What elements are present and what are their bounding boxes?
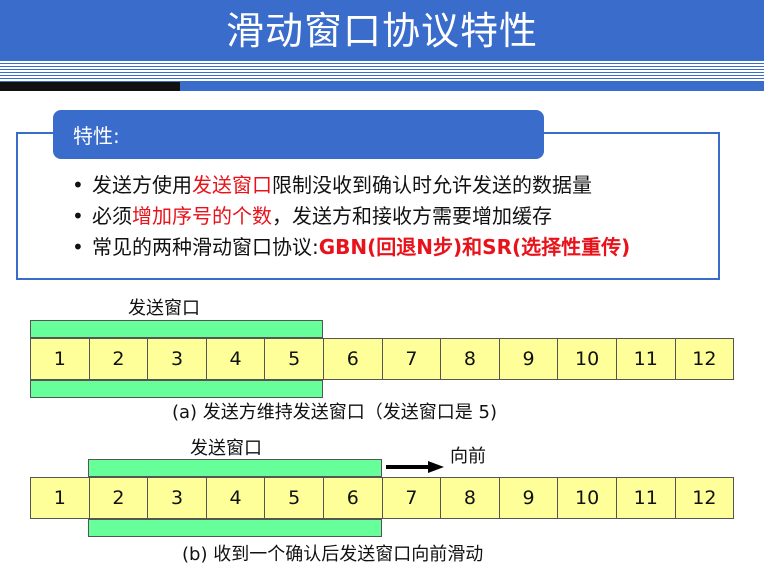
sequence-cell: 7	[382, 339, 442, 379]
header-underline-dark	[0, 82, 180, 91]
features-tab-label: 特性:	[73, 124, 120, 148]
sequence-cell: 9	[499, 339, 559, 379]
right-margin	[764, 0, 778, 575]
send-window-bottom-b	[88, 519, 382, 537]
sequence-cell: 2	[89, 478, 149, 518]
sequence-cell: 12	[675, 339, 735, 379]
page-title: 滑动窗口协议特性	[225, 9, 538, 53]
sequence-cell: 11	[616, 478, 676, 518]
sequence-cell: 12	[675, 478, 735, 518]
window-label-a: 发送窗口	[128, 298, 200, 319]
sequence-cell: 3	[148, 339, 207, 379]
sequence-cell: 3	[148, 478, 207, 518]
send-window-bottom-a	[30, 380, 323, 398]
feature-item: • 发送方使用发送窗口限制没收到确认时允许发送的数据量	[72, 170, 630, 201]
feature-item: • 常见的两种滑动窗口协议:GBN(回退N步)和SR(选择性重传)	[72, 232, 630, 263]
bullet-dot: •	[72, 204, 84, 228]
send-window-top-a	[30, 320, 323, 338]
window-label-b: 发送窗口	[190, 438, 262, 459]
sequence-cell: 1	[31, 478, 90, 518]
bullet-dot: •	[72, 173, 84, 197]
feature-text: 发送方使用	[92, 173, 192, 197]
sequence-row-a: 1 2 3 4 5 6 7 8 9 10 11 12	[30, 338, 735, 380]
sequence-row-b: 1 2 3 4 5 6 7 8 9 10 11 12	[30, 477, 735, 519]
sequence-cell: 1	[31, 339, 90, 379]
feature-text: 必须	[92, 204, 132, 228]
forward-label: 向前	[450, 446, 486, 467]
bullet-dot: •	[72, 235, 84, 259]
features-list: • 发送方使用发送窗口限制没收到确认时允许发送的数据量 • 必须增加序号的个数，发送…	[72, 170, 630, 263]
send-window-top-b	[88, 459, 382, 477]
sequence-cell: 11	[616, 339, 676, 379]
sequence-cell: 8	[441, 478, 500, 518]
sequence-cell: 9	[499, 478, 559, 518]
header-underline	[0, 82, 764, 91]
feature-text: ，发送方和接收方需要增加缓存	[272, 204, 552, 228]
sequence-cell: 10	[558, 478, 617, 518]
feature-highlight: GBN(回退N步)和SR(选择性重传)	[318, 235, 631, 259]
sequence-cell: 7	[382, 478, 442, 518]
feature-text: 常见的两种滑动窗口协议:	[92, 235, 319, 259]
sequence-cell: 2	[89, 339, 149, 379]
feature-item: • 必须增加序号的个数，发送方和接收方需要增加缓存	[72, 201, 630, 232]
feature-text: 限制没收到确认时允许发送的数据量	[272, 173, 592, 197]
caption-b: (b) 收到一个确认后发送窗口向前滑动	[182, 544, 484, 565]
header-bar: 滑动窗口协议特性	[0, 0, 764, 60]
sequence-cell: 5	[265, 478, 324, 518]
sequence-cell: 4	[206, 478, 266, 518]
header-underline-blue	[180, 82, 764, 91]
sequence-cell: 10	[558, 339, 617, 379]
header-stripes	[0, 60, 764, 82]
sequence-cell: 4	[206, 339, 266, 379]
sequence-cell: 8	[441, 339, 500, 379]
features-tab: 特性:	[53, 110, 544, 159]
sequence-cell: 6	[323, 339, 383, 379]
forward-arrow-icon	[386, 461, 444, 473]
feature-highlight: 发送窗口	[192, 173, 272, 197]
caption-a: (a) 发送方维持发送窗口（发送窗口是 5)	[172, 402, 497, 423]
sequence-cell: 6	[323, 478, 383, 518]
sequence-cell: 5	[265, 339, 324, 379]
feature-highlight: 增加序号的个数	[132, 204, 272, 228]
